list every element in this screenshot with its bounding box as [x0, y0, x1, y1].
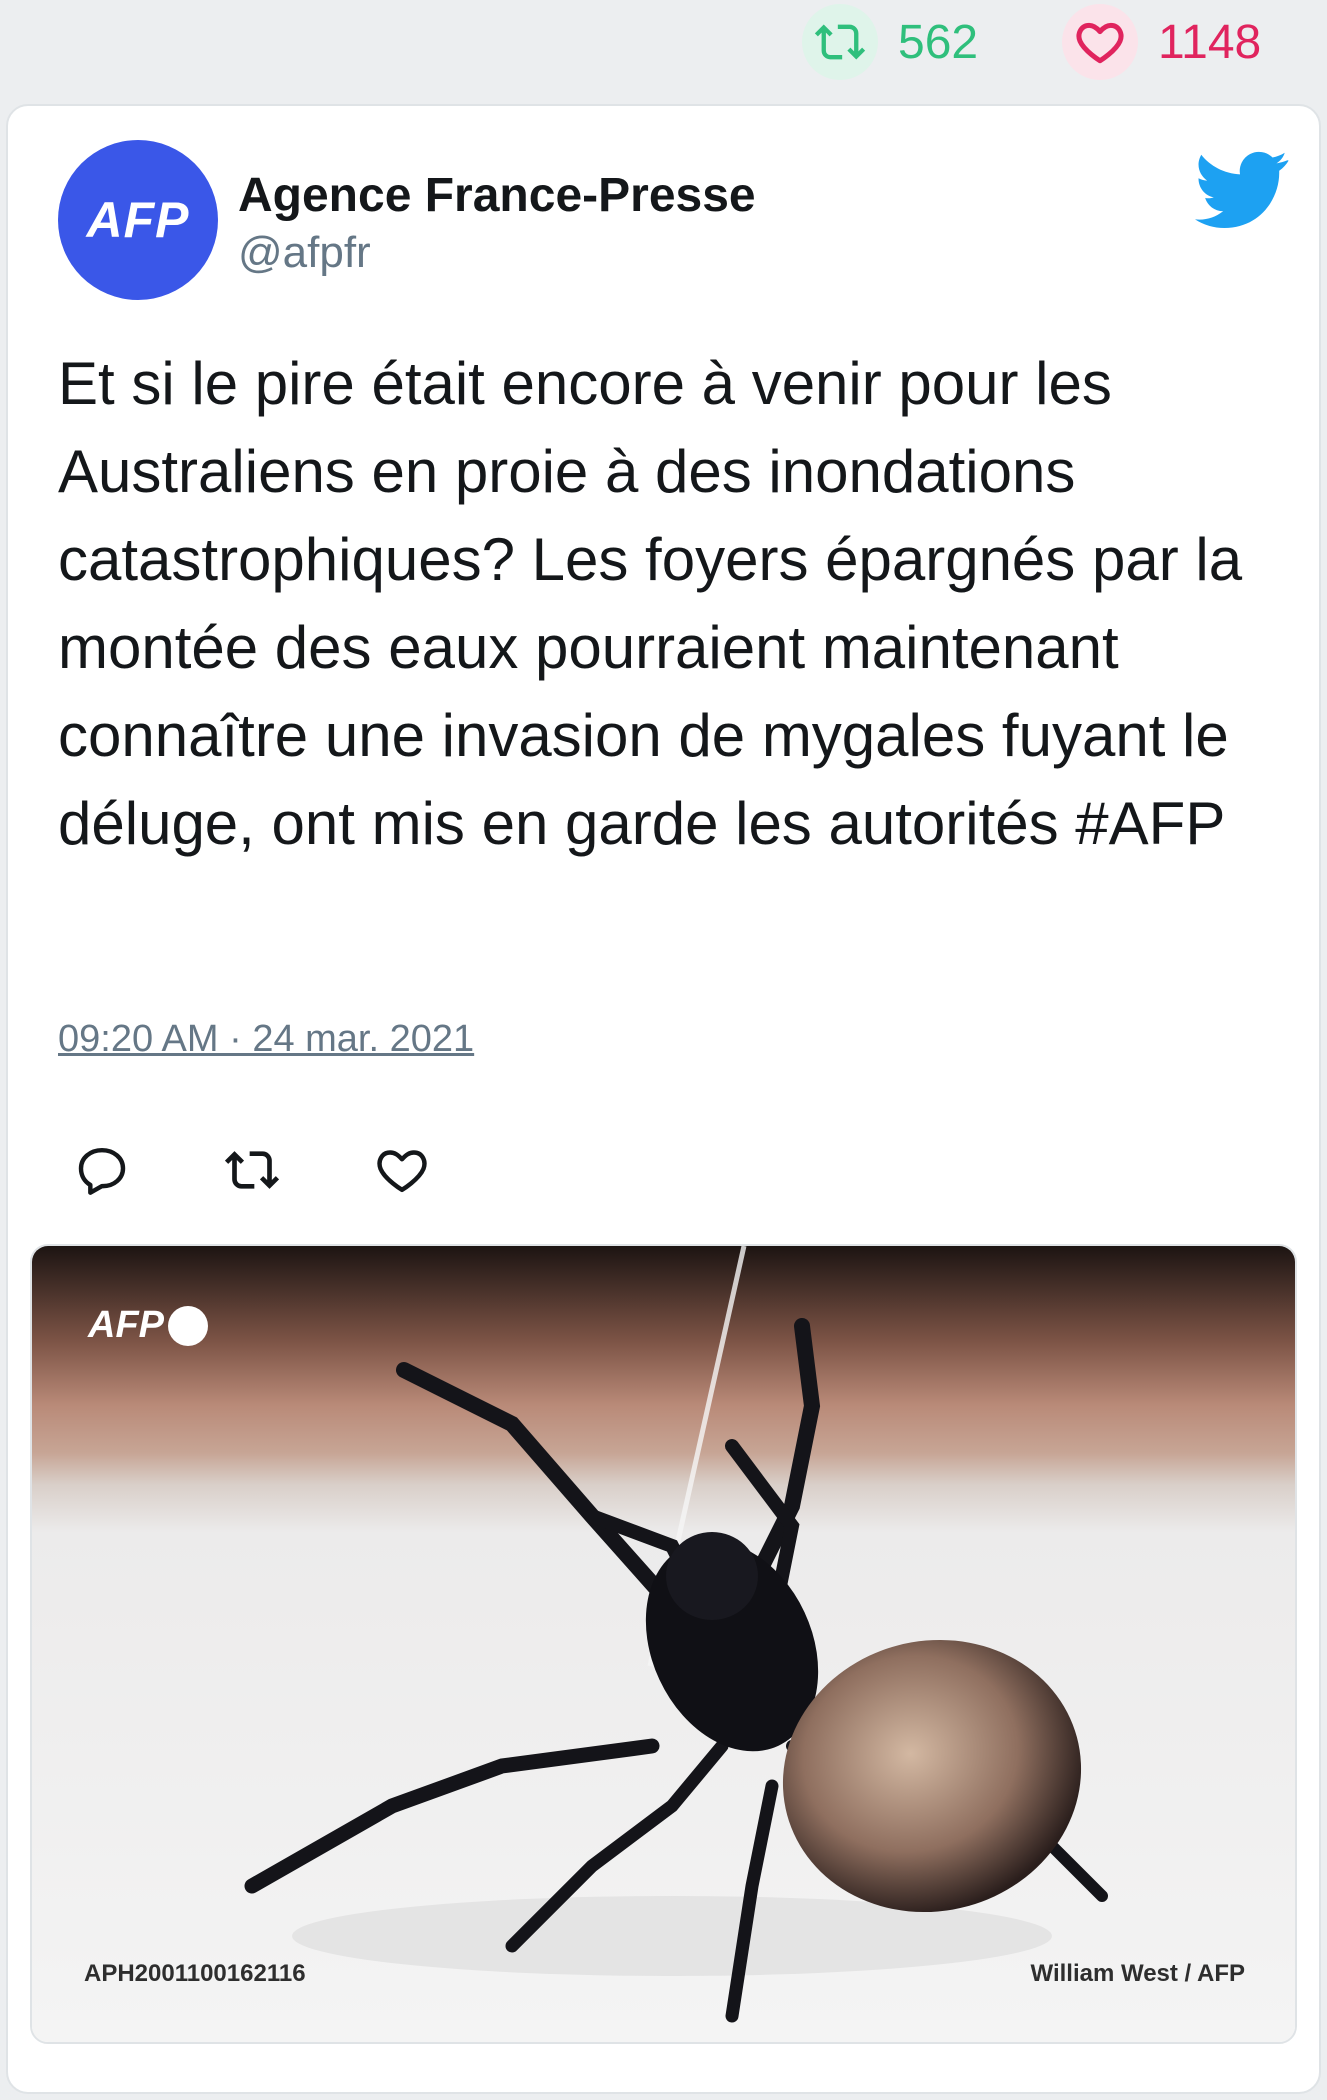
photo-credit: William West / AFP	[1030, 1960, 1246, 1987]
author-name[interactable]: Agence France-Presse	[238, 168, 756, 223]
author-handle[interactable]: @afpfr	[238, 228, 371, 278]
reply-icon[interactable]	[74, 1142, 130, 1198]
tweet-photo[interactable]: AFP APH2001100162116 William West / AFP	[30, 1244, 1297, 2044]
avatar-logo-text: AFP	[86, 192, 190, 248]
twitter-bird-icon[interactable]	[1195, 150, 1289, 230]
like-count: 1148	[1158, 15, 1262, 69]
avatar[interactable]: AFP	[58, 140, 218, 300]
tweet-timestamp[interactable]: 09:20 AM · 24 mar. 2021	[58, 1018, 474, 1061]
watermark-dot	[168, 1305, 208, 1346]
engagement-stats: 562 1148	[0, 0, 1327, 90]
retweet-stat[interactable]: 562	[802, 4, 978, 80]
tweet-text: Et si le pire était encore à venir pour …	[58, 350, 1243, 857]
like-stat[interactable]: 1148	[1062, 4, 1261, 80]
retweet-icon	[802, 4, 878, 80]
retweet-count: 562	[898, 15, 979, 69]
afp-watermark-logo: AFP	[88, 1304, 208, 1347]
like-action-icon[interactable]	[374, 1142, 430, 1198]
spider-photo	[32, 1246, 1295, 2042]
tweet-card: AFP Agence France-Presse @afpfr Et si le…	[6, 104, 1321, 2094]
watermark-text: AFP	[88, 1304, 164, 1346]
photo-id: APH2001100162116	[84, 1960, 306, 1987]
retweet-action-icon[interactable]	[224, 1142, 280, 1198]
heart-icon	[1062, 4, 1138, 80]
